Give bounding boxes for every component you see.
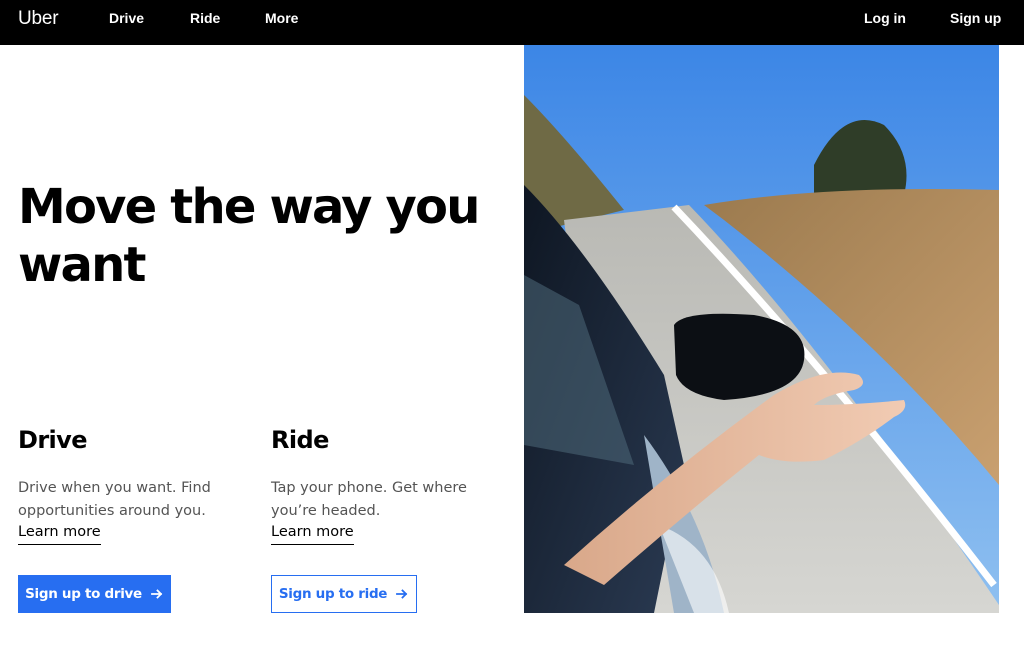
ride-heading: Ride [271, 426, 329, 454]
car-window-photo [524, 45, 999, 613]
nav-ride[interactable]: Ride [190, 0, 220, 45]
ride-description: Tap your phone. Get where you’re headed. [271, 480, 467, 519]
arrow-right-icon [151, 589, 163, 599]
login-link[interactable]: Log in [864, 0, 906, 45]
nav-more[interactable]: More [265, 0, 298, 45]
drive-heading: Drive [18, 426, 88, 454]
hero-title: Move the way you want [18, 179, 480, 293]
uber-logo[interactable]: Uber [18, 0, 59, 45]
arrow-right-icon [396, 589, 408, 599]
top-nav-bar: Uber Drive Ride More Log in Sign up [0, 0, 1024, 45]
drive-learn-more-link[interactable]: Learn more [18, 521, 101, 545]
ride-learn-more-link[interactable]: Learn more [271, 521, 354, 545]
hero-image [524, 45, 999, 613]
sign-up-to-drive-label: Sign up to drive [25, 586, 142, 602]
sign-up-to-ride-button[interactable]: Sign up to ride [271, 575, 417, 613]
sign-up-to-drive-button[interactable]: Sign up to drive [18, 575, 171, 613]
nav-drive[interactable]: Drive [109, 0, 144, 45]
signup-link[interactable]: Sign up [950, 0, 1001, 45]
drive-description: Drive when you want. Find opportunities … [18, 480, 211, 519]
sign-up-to-ride-label: Sign up to ride [278, 586, 388, 602]
